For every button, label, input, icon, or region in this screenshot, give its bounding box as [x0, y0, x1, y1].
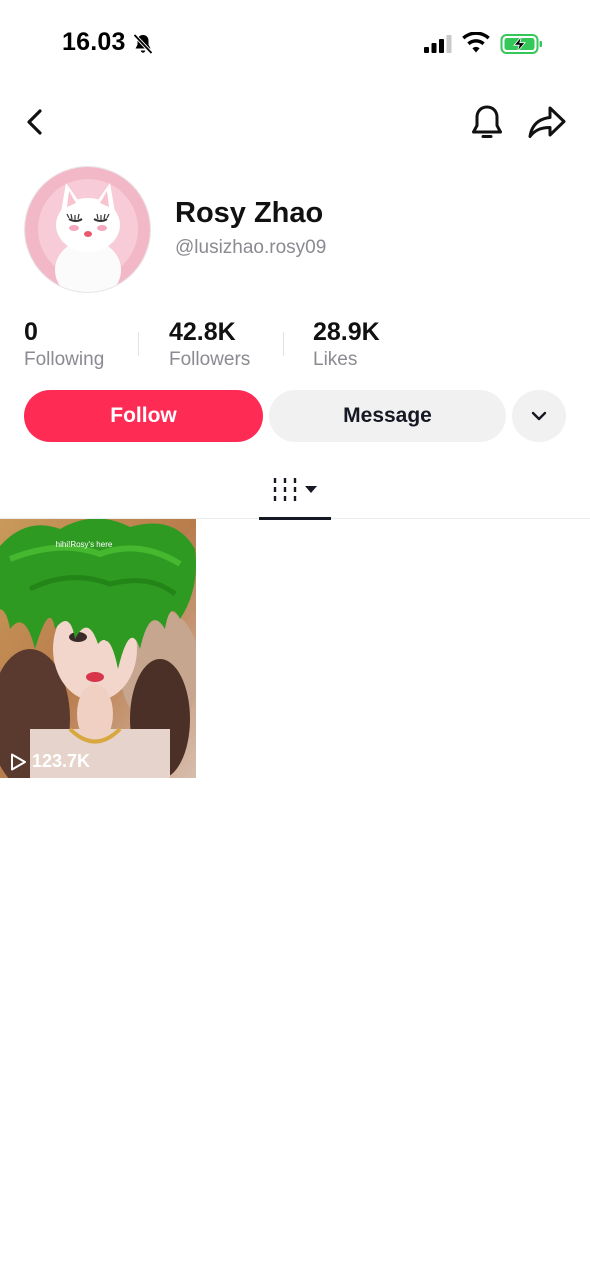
profile-tab-bar — [0, 462, 590, 520]
chevron-down-icon — [531, 411, 547, 421]
stat-likes-value: 28.9K — [313, 318, 380, 346]
video-views-value: 123.7K — [32, 751, 91, 771]
cellular-signal-icon — [424, 35, 452, 53]
video-thumbnail[interactable]: hihi!Rosy's here 123.7K — [0, 519, 196, 778]
tab-videos[interactable] — [259, 462, 331, 520]
videos-grid-icon — [273, 478, 317, 501]
stat-followers-value: 42.8K — [169, 318, 236, 346]
stat-following-label: Following — [24, 349, 105, 370]
bell-off-icon — [133, 33, 153, 55]
stat-divider — [283, 332, 284, 356]
stat-likes[interactable]: 28.9K Likes — [313, 318, 380, 372]
stat-likes-label: Likes — [313, 349, 358, 370]
message-button[interactable]: Message — [269, 390, 506, 442]
white-fluffy-cat-avatar — [25, 167, 150, 292]
video-caption: hihi!Rosy's here — [55, 540, 113, 549]
status-time: 16.03 — [62, 28, 126, 56]
follow-button[interactable]: Follow — [24, 390, 263, 442]
stat-following-value: 0 — [24, 318, 38, 346]
video-view-count: 123.7K — [8, 751, 90, 772]
stat-followers[interactable]: 42.8K Followers — [169, 318, 250, 372]
stat-divider — [138, 332, 139, 356]
video-thumbnail-image — [0, 519, 196, 778]
play-icon — [11, 753, 26, 770]
profile-username: @lusizhao.rosy09 — [175, 237, 327, 258]
status-bar: 16.03 — [0, 0, 590, 90]
battery-charging-icon — [500, 34, 542, 54]
profile-avatar[interactable] — [24, 166, 151, 293]
tab-active-indicator — [259, 517, 331, 520]
notification-bell-icon[interactable] — [468, 102, 506, 142]
more-options-button[interactable] — [512, 390, 566, 442]
back-chevron-icon[interactable] — [18, 104, 54, 140]
share-arrow-icon[interactable] — [526, 102, 568, 142]
stat-followers-label: Followers — [169, 349, 251, 370]
profile-display-name: Rosy Zhao — [175, 197, 324, 229]
wifi-icon — [462, 32, 490, 53]
stat-following[interactable]: 0 Following — [24, 318, 104, 372]
